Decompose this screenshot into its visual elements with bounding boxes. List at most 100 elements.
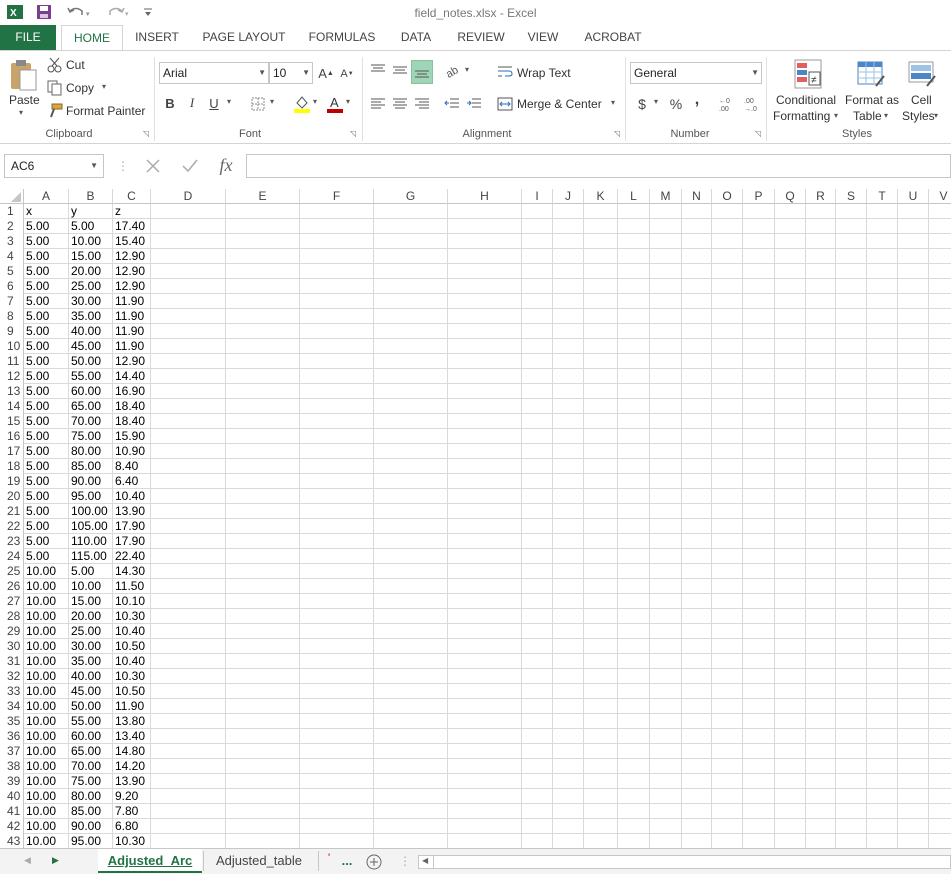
name-box[interactable]: AC6 ▼ (4, 154, 104, 178)
row-header[interactable]: 19 (0, 474, 24, 489)
cell[interactable]: 15.00 (69, 249, 113, 264)
cell[interactable]: y (69, 204, 113, 219)
cell[interactable]: 10.40 (113, 654, 151, 669)
cell[interactable]: 10.00 (24, 819, 69, 834)
cell[interactable]: 10.00 (24, 804, 69, 819)
font-size-combo[interactable]: 10 ▼ (269, 62, 313, 84)
row-header[interactable]: 10 (0, 339, 24, 354)
fill-color-dropdown-icon[interactable]: ▾ (313, 97, 317, 106)
cell[interactable]: 5.00 (24, 429, 69, 444)
format-table-dropdown-icon[interactable]: ▾ (884, 111, 888, 120)
font-color-dropdown-icon[interactable]: ▾ (346, 97, 350, 106)
currency-button[interactable]: $ (635, 95, 649, 113)
row-header[interactable]: 13 (0, 384, 24, 399)
cell[interactable]: 10.00 (24, 624, 69, 639)
wrap-text-icon[interactable] (496, 63, 514, 81)
cell[interactable]: 13.90 (113, 774, 151, 789)
cell[interactable]: 14.80 (113, 744, 151, 759)
horizontal-scrollbar[interactable]: ◀ (418, 855, 951, 869)
grow-font-icon[interactable]: A ▲ (318, 64, 334, 82)
cell[interactable]: 35.00 (69, 309, 113, 324)
scroll-sheets-left-icon[interactable]: ◀ (24, 855, 31, 866)
cell[interactable]: 11.90 (113, 309, 151, 324)
row-header[interactable]: 35 (0, 714, 24, 729)
decrease-decimal-icon[interactable]: .00 →.0 (742, 95, 764, 113)
column-header[interactable]: L (618, 189, 650, 204)
cell[interactable]: 115.00 (69, 549, 113, 564)
cell[interactable]: 12.90 (113, 249, 151, 264)
cell[interactable]: 18.40 (113, 414, 151, 429)
cell[interactable]: 14.40 (113, 369, 151, 384)
row-header[interactable]: 2 (0, 219, 24, 234)
row-header[interactable]: 11 (0, 354, 24, 369)
tab-insert[interactable]: INSERT (130, 25, 184, 50)
wrap-text-button[interactable]: Wrap Text (517, 66, 571, 80)
cell[interactable]: 100.00 (69, 504, 113, 519)
row-header[interactable]: 1 (0, 204, 24, 219)
alignment-launcher-icon[interactable]: ◹ (614, 129, 620, 138)
decrease-indent-icon[interactable] (443, 95, 461, 113)
increase-indent-icon[interactable] (465, 95, 483, 113)
scroll-left-icon[interactable]: ◀ (422, 856, 428, 865)
cell-styles-label-1[interactable]: Cell (911, 93, 932, 107)
paste-dropdown-icon[interactable]: ▾ (19, 108, 23, 117)
cell[interactable]: 13.90 (113, 504, 151, 519)
cell[interactable]: 13.80 (113, 714, 151, 729)
cell[interactable]: z (113, 204, 151, 219)
cell[interactable]: 25.00 (69, 279, 113, 294)
select-all-corner[interactable] (0, 189, 24, 204)
row-header[interactable]: 25 (0, 564, 24, 579)
row-header[interactable]: 30 (0, 639, 24, 654)
cell[interactable]: 50.00 (69, 354, 113, 369)
spreadsheet-grid[interactable]: ABCDEFGHIJKLMNOPQRSTUV 1 2 3 4 5 6 7 8 9 10 11 12 13… (0, 189, 951, 848)
bold-button[interactable]: B (163, 94, 177, 112)
cell[interactable]: 22.40 (113, 549, 151, 564)
font-color-icon[interactable]: A (325, 93, 345, 115)
cell[interactable]: 75.00 (69, 429, 113, 444)
row-header[interactable]: 38 (0, 759, 24, 774)
column-header[interactable]: C (113, 189, 151, 204)
cell[interactable]: 5.00 (24, 474, 69, 489)
cell[interactable]: 10.00 (24, 684, 69, 699)
number-format-combo[interactable]: General ▼ (630, 62, 762, 84)
cell[interactable]: 5.00 (24, 369, 69, 384)
row-header[interactable]: 9 (0, 324, 24, 339)
row-header[interactable]: 41 (0, 804, 24, 819)
cell[interactable]: 10.10 (113, 594, 151, 609)
conditional-formatting-label-1[interactable]: Conditional (776, 93, 836, 107)
cell[interactable]: 10.00 (24, 774, 69, 789)
cell[interactable]: 6.80 (113, 819, 151, 834)
cell[interactable]: 17.90 (113, 534, 151, 549)
cell-styles-dropdown-icon[interactable]: ▾ (934, 111, 938, 120)
font-name-combo[interactable]: Arial ▼ (159, 62, 269, 84)
tab-file[interactable]: FILE (0, 25, 56, 50)
increase-decimal-icon[interactable]: ←0.00 (717, 95, 739, 113)
cell[interactable]: 10.00 (69, 234, 113, 249)
cell[interactable]: 40.00 (69, 669, 113, 684)
cell[interactable]: 11.50 (113, 579, 151, 594)
cell[interactable]: 30.00 (69, 294, 113, 309)
underline-button[interactable]: U (207, 94, 221, 112)
middle-align-icon[interactable] (391, 61, 409, 79)
align-right-icon[interactable] (413, 95, 431, 113)
cell[interactable]: 5.00 (24, 534, 69, 549)
conditional-formatting-icon[interactable]: ≠ (792, 57, 824, 91)
cell[interactable]: 55.00 (69, 714, 113, 729)
row-header[interactable]: 40 (0, 789, 24, 804)
cell[interactable]: 10.50 (113, 639, 151, 654)
cell[interactable]: 10.00 (24, 669, 69, 684)
row-header[interactable]: 31 (0, 654, 24, 669)
cell[interactable]: 70.00 (69, 759, 113, 774)
cell[interactable]: 11.90 (113, 339, 151, 354)
column-header[interactable]: V (929, 189, 951, 204)
cell[interactable]: 10.30 (113, 834, 151, 848)
cell[interactable]: 17.90 (113, 519, 151, 534)
column-header[interactable]: K (584, 189, 618, 204)
cell[interactable]: 11.90 (113, 324, 151, 339)
more-sheets-button[interactable]: ... (336, 849, 358, 873)
cell[interactable]: 5.00 (24, 354, 69, 369)
format-painter-icon[interactable] (47, 103, 63, 119)
cell[interactable]: 55.00 (69, 369, 113, 384)
cell[interactable]: 80.00 (69, 789, 113, 804)
underline-dropdown-icon[interactable]: ▾ (227, 97, 231, 106)
